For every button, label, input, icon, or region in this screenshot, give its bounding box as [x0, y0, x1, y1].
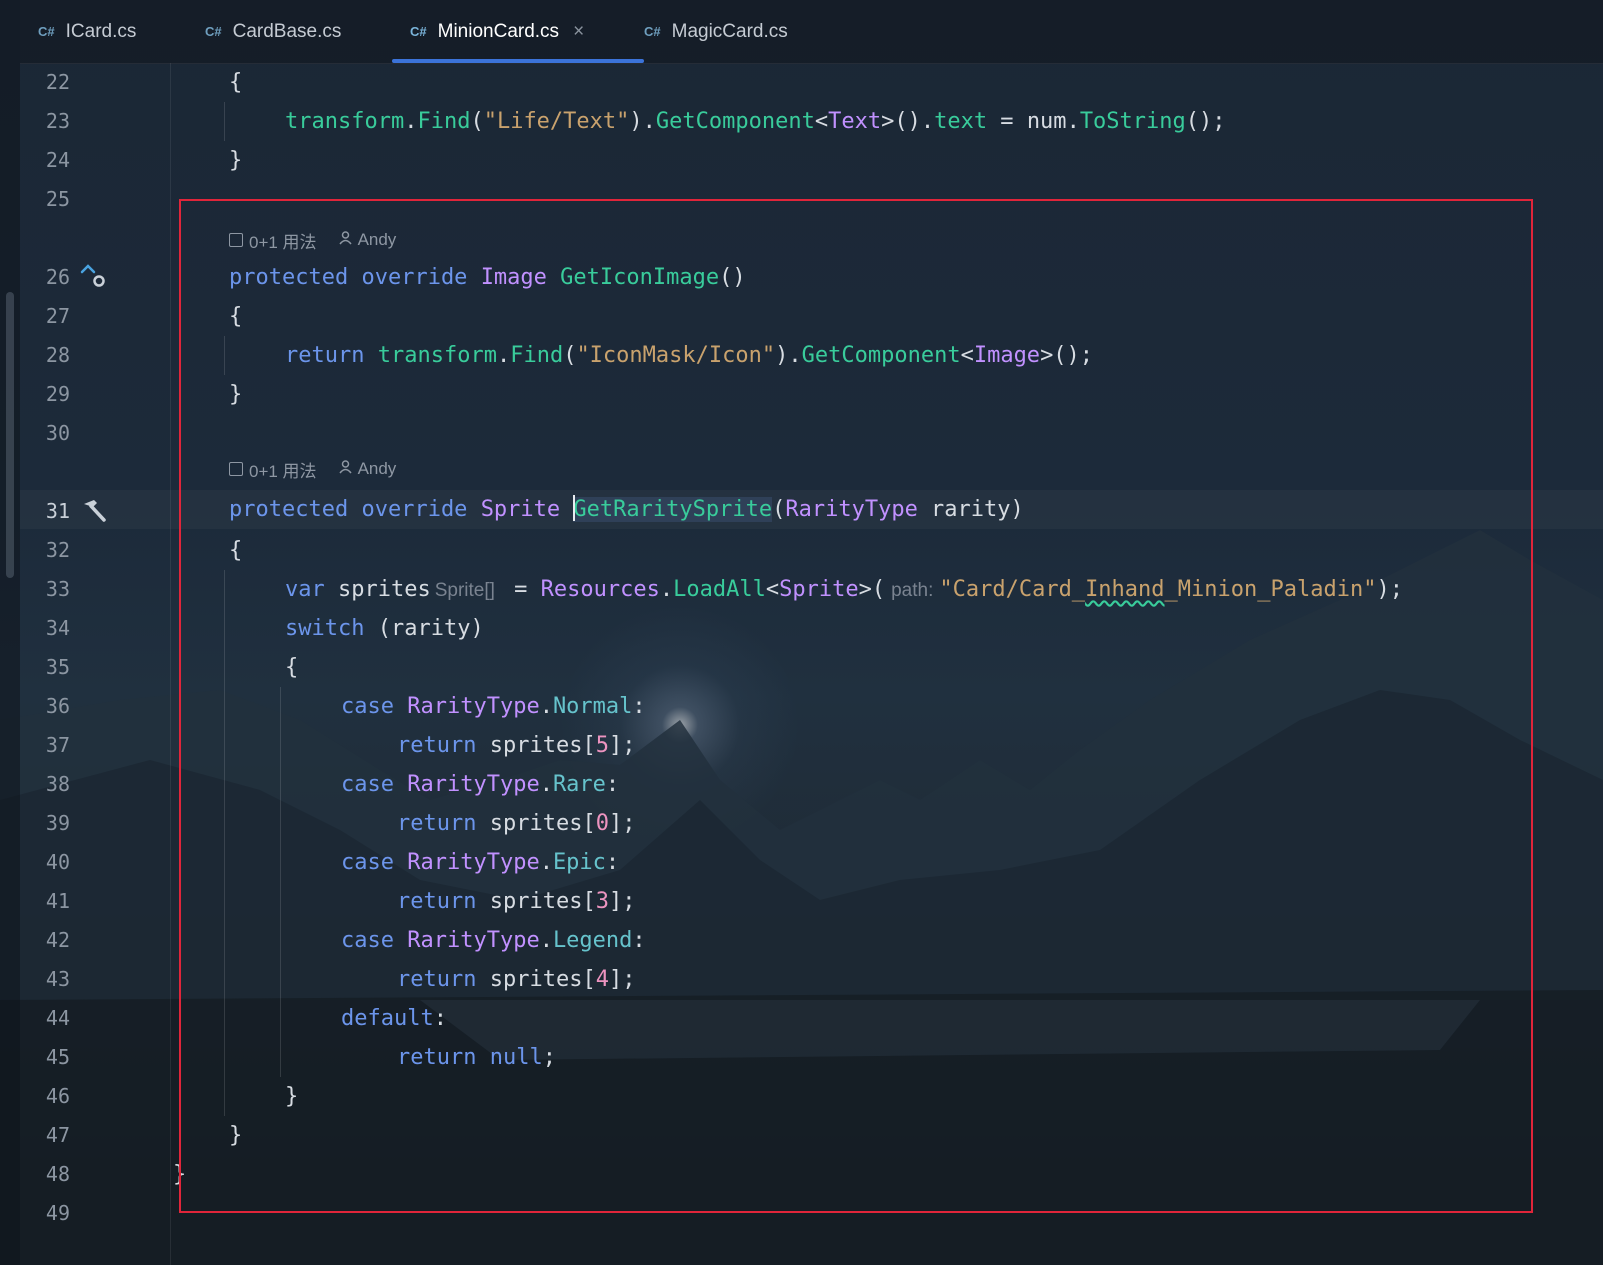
line-number[interactable]: 44	[20, 999, 70, 1038]
method: GetComponent	[655, 109, 815, 134]
line-number[interactable]: 38	[20, 765, 70, 804]
punct: (	[470, 109, 484, 134]
line-number[interactable]: 26	[20, 258, 70, 297]
tab-label: MinionCard.cs	[437, 20, 560, 42]
indent-guide	[224, 102, 225, 141]
line-number[interactable]: 41	[20, 882, 70, 921]
highlight-annotation-box	[179, 199, 1533, 1213]
line-number[interactable]: 29	[20, 375, 70, 414]
line-number[interactable]: 31	[20, 492, 70, 531]
override-arrow-icon[interactable]	[79, 262, 109, 290]
operator: =	[987, 109, 1027, 134]
punct: ).	[629, 109, 656, 134]
line-number[interactable]: 23	[20, 102, 70, 141]
line-number[interactable]: 35	[20, 648, 70, 687]
property: text	[934, 109, 988, 134]
editor-left-strip	[0, 0, 20, 1265]
brace: }	[229, 148, 243, 173]
active-tab-indicator	[392, 59, 644, 63]
tab-cardbase[interactable]: C# CardBase.cs	[205, 0, 341, 63]
line-number[interactable]: 48	[20, 1155, 70, 1194]
csharp-file-icon: C#	[205, 24, 222, 39]
string-literal: "Life/Text"	[483, 109, 630, 134]
close-icon[interactable]: ×	[573, 21, 584, 43]
line-number[interactable]: 24	[20, 141, 70, 180]
brace: {	[229, 70, 243, 95]
vertical-scrollbar-thumb[interactable]	[6, 292, 14, 578]
line-number[interactable]: 49	[20, 1194, 70, 1233]
line-number[interactable]: 28	[20, 336, 70, 375]
code-line-22[interactable]: {	[229, 63, 242, 102]
gutter-separator	[170, 63, 171, 1265]
tab-label: CardBase.cs	[232, 20, 342, 42]
line-number[interactable]: 32	[20, 531, 70, 570]
line-number[interactable]: 47	[20, 1116, 70, 1155]
code-line-23[interactable]: transform.Find("Life/Text").GetComponent…	[285, 102, 1226, 141]
csharp-file-icon: C#	[644, 24, 661, 39]
line-number[interactable]: 27	[20, 297, 70, 336]
tab-minioncard[interactable]: C# MinionCard.cs ×	[392, 0, 644, 63]
line-number[interactable]: 33	[20, 570, 70, 609]
line-number[interactable]: 46	[20, 1077, 70, 1116]
editor-tab-bar: C# ICard.cs C# CardBase.cs C# MinionCard…	[20, 0, 1603, 64]
tab-label: MagicCard.cs	[671, 20, 788, 42]
hammer-icon[interactable]	[80, 498, 108, 524]
line-number[interactable]: 34	[20, 609, 70, 648]
csharp-file-icon: C#	[410, 24, 427, 39]
method: Find	[417, 109, 471, 134]
punct: ();	[1185, 109, 1226, 134]
punct: .	[404, 109, 418, 134]
line-number[interactable]: 37	[20, 726, 70, 765]
variable: num	[1026, 109, 1067, 134]
tab-magiccard[interactable]: C# MagicCard.cs	[644, 0, 788, 63]
identifier: transform	[285, 109, 405, 134]
line-number[interactable]: 25	[20, 180, 70, 219]
tab-icard[interactable]: C# ICard.cs	[38, 0, 136, 63]
punct: .	[1066, 109, 1080, 134]
line-number[interactable]: 45	[20, 1038, 70, 1077]
line-number[interactable]: 42	[20, 921, 70, 960]
csharp-file-icon: C#	[38, 24, 55, 39]
line-number[interactable]: 40	[20, 843, 70, 882]
punct: <	[814, 109, 829, 134]
type: Text	[828, 109, 882, 134]
tab-label: ICard.cs	[65, 20, 137, 42]
line-number[interactable]: 36	[20, 687, 70, 726]
line-number[interactable]: 43	[20, 960, 70, 999]
line-number[interactable]: 30	[20, 414, 70, 453]
code-line-24[interactable]: }	[229, 141, 242, 180]
line-number[interactable]: 39	[20, 804, 70, 843]
method: ToString	[1079, 109, 1186, 134]
punct: >().	[881, 109, 935, 134]
line-number[interactable]: 22	[20, 63, 70, 102]
